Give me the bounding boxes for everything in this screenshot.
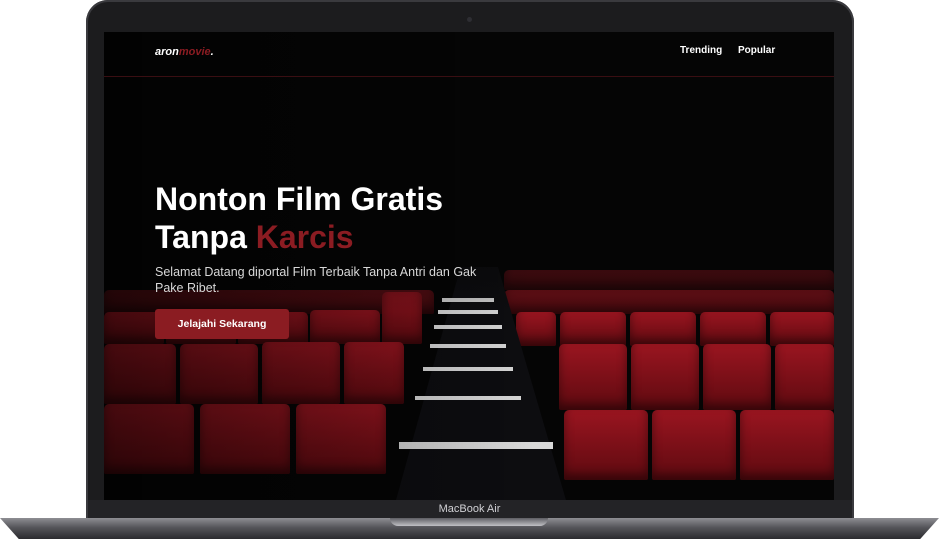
- seat: [740, 410, 834, 480]
- hero-title-line1: Nonton Film Gratis: [155, 181, 443, 217]
- logo-dot: .: [210, 46, 214, 58]
- seat: [560, 312, 626, 346]
- hero-subtitle: Selamat Datang diportal Film Terbaik Tan…: [155, 265, 477, 295]
- seat: [700, 312, 766, 346]
- seat: [559, 344, 627, 410]
- seat: [703, 344, 771, 410]
- top-navbar: aronmovie. Trending Popular: [104, 32, 834, 77]
- seat: [652, 410, 736, 480]
- seat: [775, 344, 834, 410]
- hero-title: Nonton Film Gratis Tanpa Karcis: [155, 180, 443, 256]
- device-label: MacBook Air: [438, 503, 501, 515]
- nav-link-trending[interactable]: Trending: [680, 45, 722, 56]
- seat: [630, 312, 696, 346]
- logo-accent-text: movie: [178, 46, 211, 58]
- logo-text: aron: [155, 46, 179, 58]
- seat: [564, 410, 648, 480]
- seat: [770, 312, 834, 346]
- hero-title-accent: Karcis: [255, 219, 354, 255]
- nav-link-popular[interactable]: Popular: [738, 45, 775, 56]
- laptop-screen: aronmovie. Trending Popular Nonton Film …: [104, 32, 834, 500]
- hero-title-line2: Tanpa: [155, 219, 256, 255]
- site-logo[interactable]: aronmovie.: [155, 46, 214, 58]
- camera-icon: [467, 17, 472, 22]
- explore-button[interactable]: Jelajahi Sekarang: [155, 309, 289, 339]
- seat: [631, 344, 699, 410]
- laptop-hinge-notch: [390, 518, 548, 526]
